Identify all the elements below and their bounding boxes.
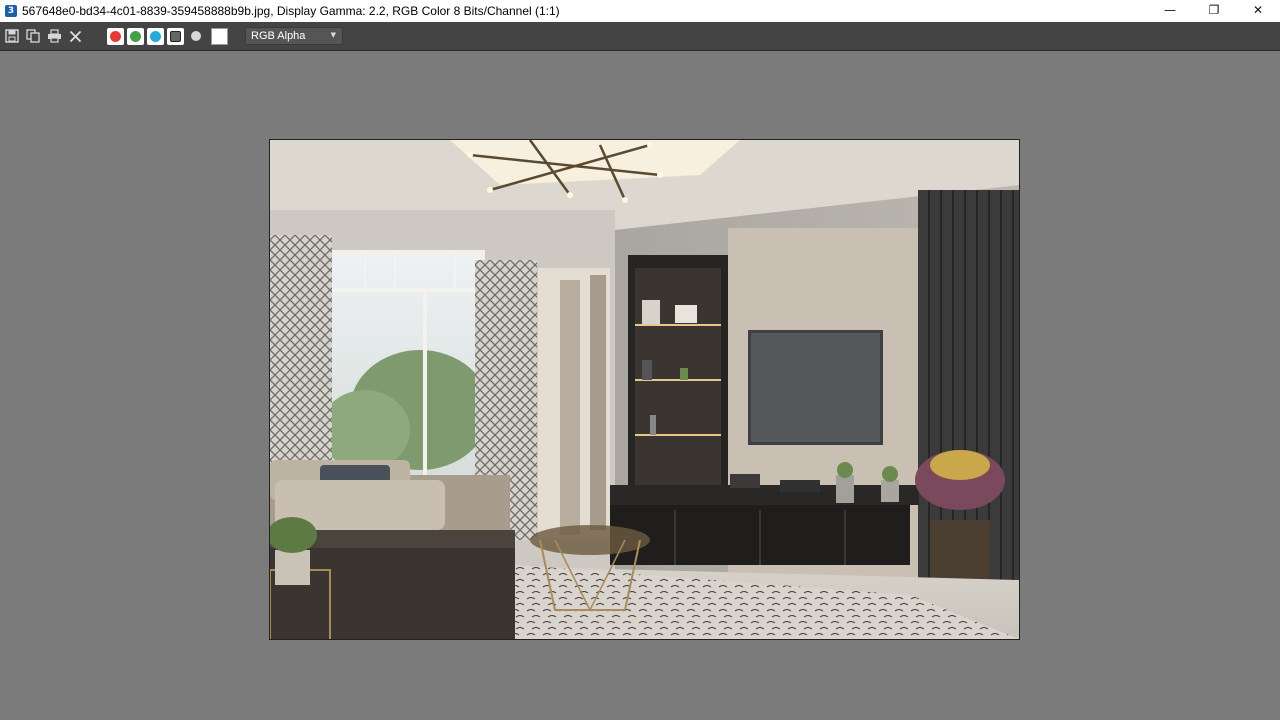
app-icon: 3 xyxy=(5,5,17,17)
background-color-swatch[interactable] xyxy=(211,27,228,45)
channel-display-select[interactable]: RGB Alpha ▼ xyxy=(245,27,343,45)
living-room-render xyxy=(270,140,1019,639)
close-button[interactable]: ✕ xyxy=(1236,0,1280,20)
green-channel-icon xyxy=(130,30,141,42)
red-channel-button[interactable] xyxy=(107,27,124,45)
alpha-channel-icon[interactable] xyxy=(191,31,201,41)
title-bar: 3 567648e0-bd34-4c01-8839-359458888b9b.j… xyxy=(0,0,1280,22)
window-controls: — ❐ ✕ xyxy=(1148,0,1280,22)
chevron-down-icon: ▼ xyxy=(330,31,336,39)
frame-buffer-toolbar: RGB Alpha ▼ xyxy=(0,22,1280,51)
window-title: 567648e0-bd34-4c01-8839-359458888b9b.jpg… xyxy=(22,4,560,18)
print-icon[interactable] xyxy=(45,27,63,45)
blue-channel-button[interactable] xyxy=(147,27,164,45)
channel-select-value: RGB Alpha xyxy=(251,30,306,42)
rendered-image xyxy=(269,139,1020,640)
green-channel-button[interactable] xyxy=(127,27,144,45)
restore-button[interactable]: ❐ xyxy=(1192,0,1236,20)
copy-icon[interactable] xyxy=(24,27,42,45)
clear-icon[interactable] xyxy=(66,27,84,45)
monochrome-icon xyxy=(170,30,181,42)
minimize-button[interactable]: — xyxy=(1148,0,1192,20)
red-channel-icon xyxy=(110,30,121,42)
monochrome-button[interactable] xyxy=(167,27,184,45)
save-icon[interactable] xyxy=(3,27,21,45)
blue-channel-icon xyxy=(150,30,161,42)
frame-buffer-viewport[interactable] xyxy=(0,51,1280,720)
